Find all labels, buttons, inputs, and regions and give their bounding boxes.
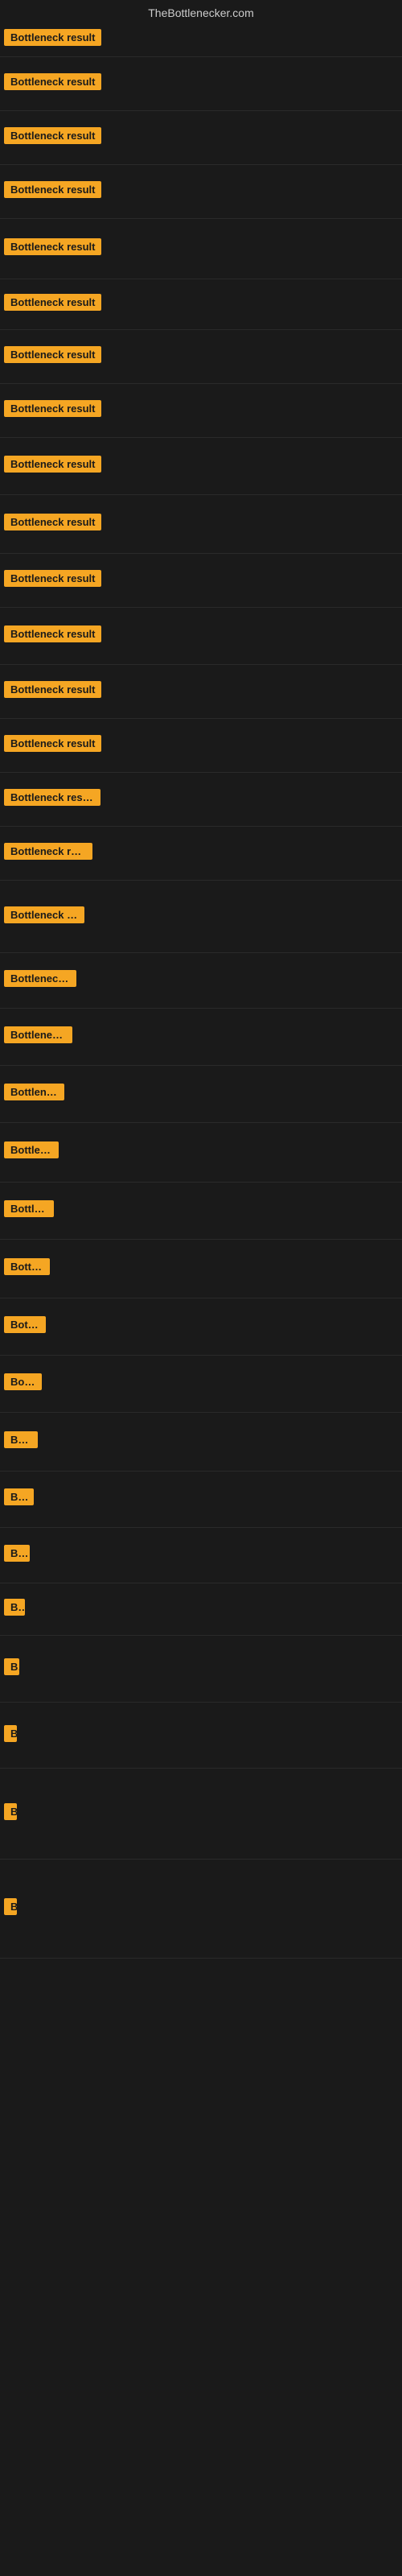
bottleneck-result-badge: Bottleneck result <box>4 400 101 417</box>
bottleneck-section: Bottleneck result <box>0 1123 402 1182</box>
bottleneck-result-badge: Bottleneck result <box>4 181 101 198</box>
bottleneck-result-badge: Bottleneck result <box>4 294 101 311</box>
bottleneck-section: Bottleneck result <box>0 953 402 1009</box>
bottleneck-result-badge: Bottleneck result <box>4 570 101 587</box>
bottleneck-section: Bottleneck result <box>0 165 402 219</box>
bottleneck-result-badge: Bottleneck result <box>4 73 101 90</box>
bottleneck-section: Bottleneck result <box>0 554 402 608</box>
bottleneck-section: Bottleneck result <box>0 1009 402 1066</box>
bottleneck-section: Bottleneck result <box>0 773 402 827</box>
bottleneck-section: Bottleneck result <box>0 1860 402 1959</box>
bottleneck-result-badge: Bottleneck result <box>4 843 92 860</box>
bottleneck-result-badge: Bottleneck result <box>4 1658 19 1675</box>
bottleneck-section: Bottleneck result <box>0 279 402 330</box>
bottleneck-result-badge: Bottleneck result <box>4 1898 17 1915</box>
bottleneck-result-badge: Bottleneck result <box>4 625 101 642</box>
bottleneck-section: Bottleneck result <box>0 1583 402 1636</box>
bottleneck-section: Bottleneck result <box>0 719 402 773</box>
bottleneck-result-badge: Bottleneck result <box>4 789 100 806</box>
bottleneck-result-badge: Bottleneck result <box>4 346 101 363</box>
bottleneck-result-badge: Bottleneck result <box>4 1431 38 1448</box>
bottleneck-result-badge: Bottleneck result <box>4 1599 25 1616</box>
bottleneck-section: Bottleneck result <box>0 57 402 111</box>
bottleneck-result-badge: Bottleneck result <box>4 1545 30 1562</box>
bottleneck-section: Bottleneck result <box>0 1528 402 1583</box>
bottleneck-result-badge: Bottleneck result <box>4 456 101 473</box>
bottleneck-result-badge: Bottleneck result <box>4 1200 54 1217</box>
bottleneck-result-badge: Bottleneck result <box>4 970 76 987</box>
bottleneck-result-badge: Bottleneck result <box>4 735 101 752</box>
bottleneck-section: Bottleneck result <box>0 1472 402 1527</box>
bottleneck-section: Bottleneck result <box>0 1636 402 1703</box>
bottleneck-section: Bottleneck result <box>0 111 402 165</box>
bottleneck-result-badge: Bottleneck result <box>4 514 101 530</box>
bottleneck-section: Bottleneck result <box>0 330 402 384</box>
bottleneck-section: Bottleneck result <box>0 23 402 57</box>
bottleneck-result-badge: Bottleneck result <box>4 1373 42 1390</box>
bottleneck-result-badge: Bottleneck result <box>4 127 101 144</box>
bottleneck-section: Bottleneck result <box>0 1703 402 1768</box>
bottleneck-section: Bottleneck result <box>0 384 402 438</box>
bottleneck-section: Bottleneck result <box>0 665 402 719</box>
bottleneck-result-badge: Bottleneck result <box>4 1803 17 1820</box>
bottleneck-section: Bottleneck result <box>0 1298 402 1356</box>
bottleneck-result-badge: Bottleneck result <box>4 1026 72 1043</box>
bottleneck-result-badge: Bottleneck result <box>4 1725 17 1742</box>
bottleneck-section: Bottleneck result <box>0 608 402 665</box>
bottleneck-section: Bottleneck result <box>0 1183 402 1240</box>
bottleneck-result-badge: Bottleneck result <box>4 681 101 698</box>
bottleneck-result-badge: Bottleneck result <box>4 1488 34 1505</box>
bottleneck-section: Bottleneck result <box>0 1356 402 1413</box>
bottleneck-result-badge: Bottleneck result <box>4 1316 46 1333</box>
bottleneck-section: Bottleneck result <box>0 495 402 554</box>
bottleneck-section: Bottleneck result <box>0 827 402 881</box>
bottleneck-result-badge: Bottleneck result <box>4 906 84 923</box>
bottleneck-result-badge: Bottleneck result <box>4 238 101 255</box>
bottleneck-section: Bottleneck result <box>0 219 402 279</box>
bottleneck-section: Bottleneck result <box>0 881 402 952</box>
site-header: TheBottlenecker.com <box>0 0 402 23</box>
bottleneck-section: Bottleneck result <box>0 1240 402 1298</box>
bottleneck-section: Bottleneck result <box>0 1066 402 1123</box>
bottleneck-result-badge: Bottleneck result <box>4 1258 50 1275</box>
bottleneck-section: Bottleneck result <box>0 1769 402 1860</box>
bottleneck-result-badge: Bottleneck result <box>4 1141 59 1158</box>
bottleneck-section: Bottleneck result <box>0 1413 402 1472</box>
bottleneck-result-badge: Bottleneck result <box>4 1084 64 1100</box>
bottleneck-result-badge: Bottleneck result <box>4 29 101 46</box>
bottleneck-section: Bottleneck result <box>0 438 402 495</box>
